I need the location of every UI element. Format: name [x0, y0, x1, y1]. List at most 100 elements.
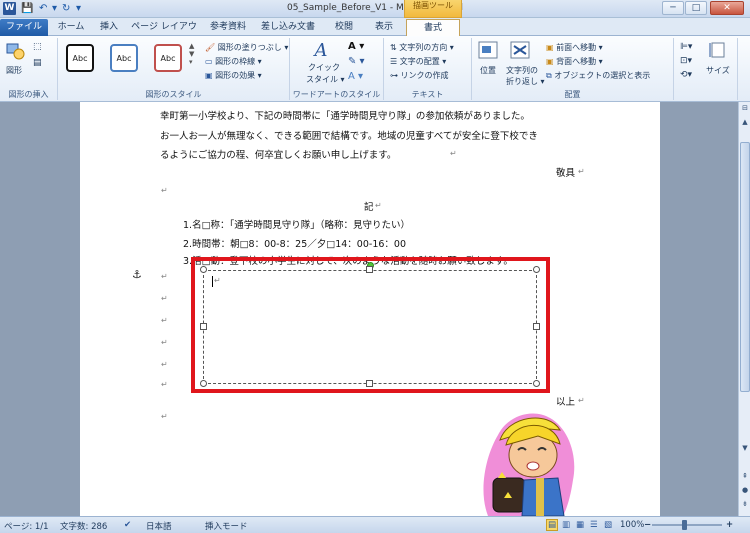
send-backward-icon: ▣	[546, 57, 554, 66]
next-page-icon[interactable]: ⇟	[740, 500, 750, 512]
text-direction-button[interactable]: ⇅ 文字列の方向 ▾	[390, 42, 454, 53]
shape-style-blue[interactable]: Abc	[110, 44, 138, 72]
tab-view[interactable]: 表示	[366, 19, 402, 36]
wrap-text-icon[interactable]	[510, 41, 532, 59]
text-direction-label: 文字列の方向	[399, 43, 448, 52]
group-label-shape-styles: 図形のスタイル	[145, 90, 202, 99]
align-icon[interactable]: ⊫▾	[680, 42, 692, 52]
tab-page-layout[interactable]: ページ レイアウト	[127, 19, 201, 48]
minimize-button[interactable]: ─	[662, 1, 684, 15]
size-icon[interactable]	[708, 41, 730, 59]
draw-textbox-icon[interactable]: ▤	[33, 58, 42, 68]
page-count[interactable]: ページ: 1/1	[4, 520, 49, 532]
wrap-text-label-1[interactable]: 文字列の	[506, 65, 538, 76]
edit-shape-icon[interactable]: ⬚	[33, 42, 42, 52]
proofing-icon[interactable]: ✔	[124, 520, 131, 530]
body-paragraph-2: お一人お一人が無理なく、できる範囲で結構です。地域の児童すべてが安全に登下校でき	[160, 131, 538, 142]
vertical-scrollbar[interactable]: ⊟ ▲ ▼ ⇞ ● ⇟	[738, 102, 750, 516]
closing-keigu: 敬具	[556, 168, 576, 179]
effects-icon: ▣	[205, 71, 213, 80]
scroll-thumb[interactable]	[740, 142, 750, 392]
shape-effects-button[interactable]: ▣ 図形の効果 ▾	[205, 70, 262, 81]
group-text: ⇅ 文字列の方向 ▾ ☰ 文字の配置 ▾ ⊶ リンクの作成 テキスト	[384, 38, 472, 100]
align-text-button[interactable]: ☰ 文字の配置 ▾	[390, 56, 446, 67]
group-label-text: テキスト	[411, 90, 444, 99]
tab-mailings[interactable]: 差し込み文書	[255, 19, 321, 36]
tab-file[interactable]: ファイル	[0, 19, 48, 36]
quick-styles-icon[interactable]: A	[308, 40, 334, 61]
text-outline-icon[interactable]: ✎ ▾	[348, 56, 365, 67]
maximize-button[interactable]: □	[685, 1, 707, 15]
zoom-slider-thumb[interactable]	[682, 520, 687, 530]
send-backward-button[interactable]: ▣ 背面へ移動 ▾	[546, 56, 603, 67]
link-icon: ⊶	[390, 71, 398, 80]
selection-pane-icon: ⧉	[546, 71, 552, 80]
shapes-button[interactable]: 図形	[6, 65, 22, 76]
zoom-level[interactable]: 100%	[620, 520, 644, 530]
print-layout-view-icon[interactable]: ▤	[546, 519, 559, 531]
word-count[interactable]: 文字数: 286	[60, 520, 107, 532]
full-screen-view-icon[interactable]: ▥	[562, 520, 570, 530]
insert-mode-indicator[interactable]: 挿入モード	[205, 520, 248, 532]
ruler-toggle-icon[interactable]: ⊟	[740, 104, 750, 116]
zoom-slider[interactable]	[652, 524, 722, 526]
close-button[interactable]: ✕	[710, 1, 744, 15]
child-clipart-image[interactable]	[478, 400, 580, 516]
selection-pane-label: オブジェクトの選択と表示	[554, 71, 651, 80]
group-arrange: 位置 文字列の 折り返し ▾ ▣ 前面へ移動 ▾ ▣ 背面へ移動 ▾ ⧉ オブジ…	[472, 38, 674, 100]
list-item-2: 2.時間帯：朝□8：00-8：25／夕□14：00-16：00	[183, 239, 406, 250]
size-button[interactable]: サイズ	[706, 65, 730, 76]
text-fill-icon[interactable]: A ▾	[348, 41, 364, 52]
outline-view-icon[interactable]: ☰	[590, 520, 598, 530]
scroll-up-icon[interactable]: ▲	[740, 118, 750, 130]
align-text-icon: ☰	[390, 57, 398, 66]
align-text-label: 文字の配置	[399, 57, 440, 66]
shape-fill-button[interactable]: 🖌 図形の塗りつぶし ▾	[205, 42, 288, 53]
tab-review[interactable]: 校閲	[324, 19, 364, 36]
language-indicator[interactable]: 日本語	[146, 520, 172, 532]
paragraph-mark: ↵	[161, 380, 168, 389]
position-icon[interactable]	[478, 41, 500, 59]
text-direction-icon: ⇅	[390, 43, 397, 52]
bring-forward-label: 前面へ移動	[556, 43, 597, 52]
body-paragraph-3: るようにご協力の程、何卒宜しくお願い申し上げます。	[160, 150, 397, 161]
quick-label[interactable]: クイック	[308, 62, 340, 73]
drawing-tools-context-label: 描画ツール	[404, 0, 462, 18]
shape-effects-label: 図形の効果	[215, 71, 256, 80]
draft-view-icon[interactable]: ▧	[604, 520, 612, 530]
shapes-icon[interactable]	[6, 42, 28, 60]
web-layout-view-icon[interactable]: ▦	[576, 520, 584, 530]
scroll-down-icon[interactable]: ▼	[740, 444, 750, 456]
position-button[interactable]: 位置	[480, 65, 496, 76]
group-wordart-styles: A クイック スタイル ▾ A ▾ ✎ ▾ A ▾ ワードアートのスタイル	[290, 38, 384, 100]
selection-pane-button[interactable]: ⧉ オブジェクトの選択と表示	[546, 70, 650, 81]
browse-object-icon[interactable]: ●	[740, 486, 750, 498]
zoom-in-icon[interactable]: +	[726, 520, 733, 530]
shape-outline-button[interactable]: ▭ 図形の枠線 ▾	[205, 56, 262, 67]
ribbon: 図形 ⬚ ▤ 図形の挿入 Abc Abc Abc ▲ ▼ ▾ 🖌 図形の塗りつぶし …	[0, 36, 750, 102]
style-gallery-scroll-icon[interactable]: ▲ ▼ ▾	[189, 42, 194, 66]
paragraph-mark: ↵	[161, 360, 168, 369]
previous-page-icon[interactable]: ⇞	[740, 472, 750, 484]
rotate-icon[interactable]: ⟲▾	[680, 70, 692, 80]
group-insert-shapes: 図形 ⬚ ▤ 図形の挿入	[0, 38, 58, 100]
title-bar: W 💾 ↶ ▾ ↻ ▾ 05_Sample_Before_V1 - Micros…	[0, 0, 750, 32]
tab-home[interactable]: ホーム	[50, 19, 92, 36]
zoom-out-icon[interactable]: −	[644, 520, 651, 530]
tab-insert[interactable]: 挿入	[92, 19, 126, 36]
paragraph-mark: ↵	[161, 186, 168, 195]
tab-references[interactable]: 参考資料	[202, 19, 254, 36]
tab-format[interactable]: 書式	[406, 19, 460, 36]
shape-style-red[interactable]: Abc	[154, 44, 182, 72]
shape-fill-label: 図形の塗りつぶし	[217, 43, 282, 52]
outline-pen-icon: ▭	[205, 57, 213, 66]
wrap-text-label-2[interactable]: 折り返し ▾	[506, 76, 545, 87]
group-objects-icon[interactable]: ⊡▾	[680, 56, 692, 66]
create-link-button[interactable]: ⊶ リンクの作成	[390, 70, 449, 81]
style-label[interactable]: スタイル ▾	[306, 74, 345, 85]
bring-forward-button[interactable]: ▣ 前面へ移動 ▾	[546, 42, 603, 53]
create-link-label: リンクの作成	[400, 71, 449, 80]
shape-outline-label: 図形の枠線	[215, 57, 256, 66]
shape-style-black[interactable]: Abc	[66, 44, 94, 72]
text-effects-icon[interactable]: A ▾	[348, 71, 363, 82]
